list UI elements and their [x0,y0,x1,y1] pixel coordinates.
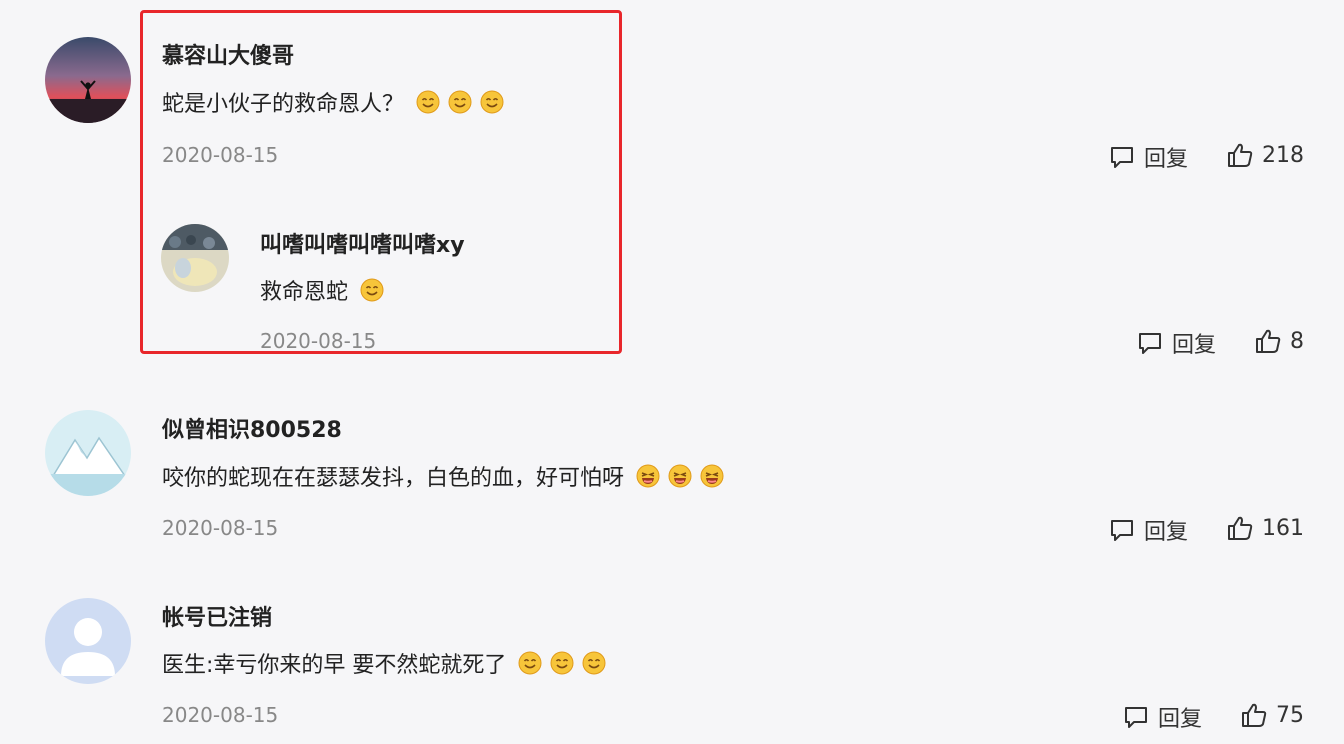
smile-emoji-icon [550,651,574,675]
avatar-murong[interactable] [45,37,131,123]
reply-label: 回复 [1158,707,1203,732]
like-button[interactable]: 161 [1226,514,1304,542]
like-count: 75 [1276,702,1304,728]
comment-username[interactable]: 似曾相识800528 [162,412,342,444]
smile-emoji-icon [480,90,504,114]
smile-emoji-icon [360,278,384,302]
comment-username[interactable]: 慕容山大傻哥 [162,38,294,70]
avatar-reply-user[interactable] [161,224,229,292]
avatar-sizeng[interactable] [45,410,131,496]
like-button[interactable]: 218 [1226,141,1304,169]
comment-body: 蛇是小伙子的救命恩人？ [162,92,405,117]
comment-date: 2020-08-15 [162,516,279,540]
comment-text: 医生:幸亏你来的早 要不然蛇就死了 [162,647,606,679]
reply-body: 救命恩蛇 [260,280,349,305]
smile-emoji-icon [582,651,606,675]
laugh-emoji-icon [636,464,660,488]
thumbs-up-icon [1240,701,1268,729]
comment-bubble-icon [1108,516,1136,544]
reply-button[interactable]: 回复 [1122,701,1202,733]
reply-button[interactable]: 回复 [1108,514,1188,546]
reply-label: 回复 [1144,147,1189,172]
reply-button[interactable]: 回复 [1136,327,1216,359]
like-count: 218 [1262,142,1304,168]
like-count: 161 [1262,515,1304,541]
comment-bubble-icon [1136,329,1164,357]
thumbs-up-icon [1254,327,1282,355]
comment-date: 2020-08-15 [162,143,279,167]
like-button[interactable]: 75 [1240,701,1304,729]
comment-username[interactable]: 帐号已注销 [162,600,272,632]
thumbs-up-icon [1226,141,1254,169]
comment-body: 咬你的蛇现在在瑟瑟发抖，白色的血，好可怕呀 [162,466,625,491]
smile-emoji-icon [518,651,542,675]
reply-label: 回复 [1144,520,1189,545]
reply-text: 救命恩蛇 [260,274,384,306]
comment-bubble-icon [1108,143,1136,171]
comment-text: 蛇是小伙子的救命恩人？ [162,86,504,118]
reply-button[interactable]: 回复 [1108,141,1188,173]
comment-text: 咬你的蛇现在在瑟瑟发抖，白色的血，好可怕呀 [162,460,724,492]
comment-body: 医生:幸亏你来的早 要不然蛇就死了 [162,653,507,678]
smile-emoji-icon [448,90,472,114]
thumbs-up-icon [1226,514,1254,542]
like-button[interactable]: 8 [1254,327,1304,355]
comment-bubble-icon [1122,703,1150,731]
reply-date: 2020-08-15 [260,329,377,353]
avatar-deleted-user[interactable] [45,598,131,684]
laugh-emoji-icon [668,464,692,488]
like-count: 8 [1290,328,1304,354]
reply-username[interactable]: 叫嗜叫嗜叫嗜叫嗜xy [260,227,465,259]
comment-date: 2020-08-15 [162,703,279,727]
laugh-emoji-icon [700,464,724,488]
smile-emoji-icon [416,90,440,114]
reply-label: 回复 [1172,333,1217,358]
